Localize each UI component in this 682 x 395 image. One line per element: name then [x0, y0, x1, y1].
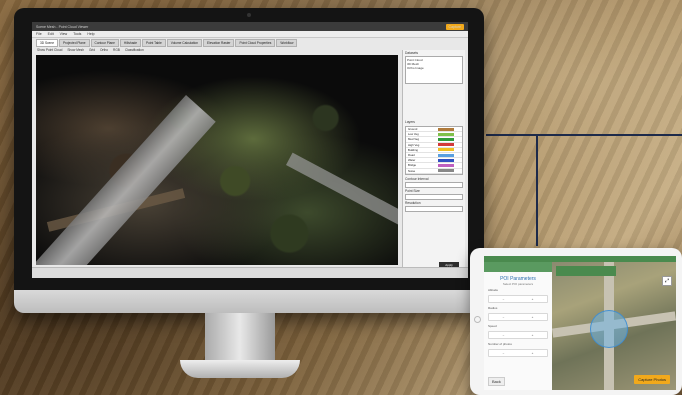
poi-panel: POI Parameters Select POI parameters Alt…	[484, 262, 553, 390]
minus-icon[interactable]: −	[503, 315, 505, 319]
field-label: Resolution	[405, 200, 421, 205]
tab-properties[interactable]: Point Cloud Properties	[235, 39, 276, 47]
legend-label: Low Veg	[408, 132, 419, 137]
minus-icon[interactable]: −	[503, 351, 505, 355]
plus-icon[interactable]: +	[532, 297, 534, 301]
menu-edit[interactable]: Edit	[48, 32, 54, 36]
tablet-screen: POI Parameters Select POI parameters Alt…	[484, 256, 676, 390]
layer-legend[interactable]: Ground Low Veg Med Veg High Veg Building Road…	[405, 126, 463, 175]
legend-row[interactable]: Noise	[406, 169, 462, 174]
legend-label: Bridge	[408, 163, 417, 168]
radius-stepper[interactable]: − +	[488, 313, 548, 321]
opt-ortho[interactable]: Ortho	[100, 48, 108, 52]
tab-point-table[interactable]: Point Table	[142, 39, 166, 47]
back-button[interactable]: Back	[488, 377, 505, 386]
plus-icon[interactable]: +	[532, 351, 534, 355]
menu-bar: File Edit View Tools Help	[32, 31, 468, 38]
opt-grid[interactable]: Grid	[89, 48, 95, 52]
opt-mesh[interactable]: Show Mesh	[67, 48, 84, 52]
menu-file[interactable]: File	[36, 32, 42, 36]
desktop-screen: Scene Mesh - Point Cloud Viewer Capture …	[32, 22, 468, 278]
opt-classification[interactable]: Classification	[125, 48, 144, 52]
legend-swatch	[438, 153, 454, 157]
minus-icon[interactable]: −	[503, 297, 505, 301]
monitor-base	[180, 360, 300, 378]
tab-strip: 3D Scene Projected Plane Contour Plane H…	[36, 39, 298, 47]
field-label: Point Size	[405, 188, 420, 193]
legend-swatch	[438, 148, 454, 152]
home-button[interactable]	[474, 316, 481, 323]
plus-icon[interactable]: +	[532, 315, 534, 319]
accent-line	[486, 134, 682, 136]
legend-label: Med Veg	[408, 137, 420, 142]
speed-stepper[interactable]: − +	[488, 331, 548, 339]
capture-button[interactable]: Capture	[445, 23, 464, 30]
field-label: Contour Interval	[405, 176, 429, 181]
point-cloud-viewport[interactable]	[36, 55, 398, 265]
tab-volume[interactable]: Volume Calculation	[166, 39, 203, 47]
param-label: Radius	[488, 306, 498, 310]
map-nav-bar	[556, 266, 616, 276]
datasets-list[interactable]: Point Cloud 3D Mesh Ortho Image	[405, 56, 463, 84]
accent-line-vertical	[536, 136, 538, 246]
menu-view[interactable]: View	[60, 32, 68, 36]
dataset-item[interactable]: Ortho Image	[407, 66, 461, 70]
tab-3d-scene[interactable]: 3D Scene	[36, 39, 58, 47]
plus-icon[interactable]: +	[532, 333, 534, 337]
legend-label: High Veg	[408, 142, 420, 147]
opt-rgb[interactable]: RGB	[113, 48, 120, 52]
tablet-device: POI Parameters Select POI parameters Alt…	[470, 248, 682, 395]
legend-label: Ground	[408, 127, 418, 132]
legend-label: Water	[408, 158, 416, 163]
tab-workflow[interactable]: Workflow	[276, 39, 298, 47]
altitude-stepper[interactable]: − +	[488, 295, 548, 303]
monitor-chin	[14, 290, 484, 313]
legend-label: Road	[408, 153, 415, 158]
param-label: Altitude	[488, 288, 499, 292]
app-title: Scene Mesh - Point Cloud Viewer	[36, 24, 89, 29]
view-options: Show Point Cloud Show Mesh Grid Ortho RG…	[37, 48, 144, 52]
capture-photos-button[interactable]: Capture Photos	[634, 375, 670, 384]
menu-tools[interactable]: Tools	[73, 32, 81, 36]
poi-subtitle: Select POI parameters	[502, 282, 534, 286]
legend-swatch	[438, 143, 454, 147]
param-label: Number of photos	[488, 342, 512, 346]
legend-swatch	[438, 169, 454, 173]
app-titlebar: Scene Mesh - Point Cloud Viewer Capture	[32, 22, 468, 31]
monitor-stand	[205, 313, 275, 363]
legend-swatch	[438, 132, 454, 136]
layers-label: Layers	[405, 120, 415, 124]
expand-icon[interactable]: ⤢	[662, 276, 672, 286]
tab-hillshade[interactable]: Hillshade	[119, 39, 142, 47]
camera-dot	[247, 13, 251, 17]
poi-panel-header	[484, 262, 552, 272]
tab-elevation-raster[interactable]: Elevation Raster	[203, 39, 235, 47]
legend-swatch	[438, 137, 454, 141]
datasets-label: Datasets	[405, 51, 419, 55]
status-bar	[32, 267, 468, 278]
menu-help[interactable]: Help	[87, 32, 94, 36]
photos-stepper[interactable]: − +	[488, 349, 548, 357]
legend-swatch	[438, 163, 454, 167]
point-size-field[interactable]	[405, 193, 463, 200]
tab-contour-plane[interactable]: Contour Plane	[90, 39, 119, 47]
param-label: Speed	[488, 324, 497, 328]
tab-projected-plane[interactable]: Projected Plane	[59, 39, 90, 47]
desktop-monitor: Scene Mesh - Point Cloud Viewer Capture …	[14, 8, 484, 313]
right-panel: Datasets Point Cloud 3D Mesh Ortho Image…	[402, 50, 465, 272]
minus-icon[interactable]: −	[503, 333, 505, 337]
contour-interval-field[interactable]	[405, 181, 463, 188]
legend-label: Building	[408, 147, 418, 152]
tablet-map[interactable]: ⤢ Capture Photos	[551, 262, 676, 390]
legend-label: Noise	[408, 168, 416, 173]
opt-point-cloud[interactable]: Show Point Cloud	[37, 48, 62, 52]
legend-swatch	[438, 158, 454, 162]
legend-swatch	[438, 127, 454, 131]
poi-orbit-circle[interactable]	[590, 310, 628, 348]
resolution-field[interactable]	[405, 205, 463, 212]
